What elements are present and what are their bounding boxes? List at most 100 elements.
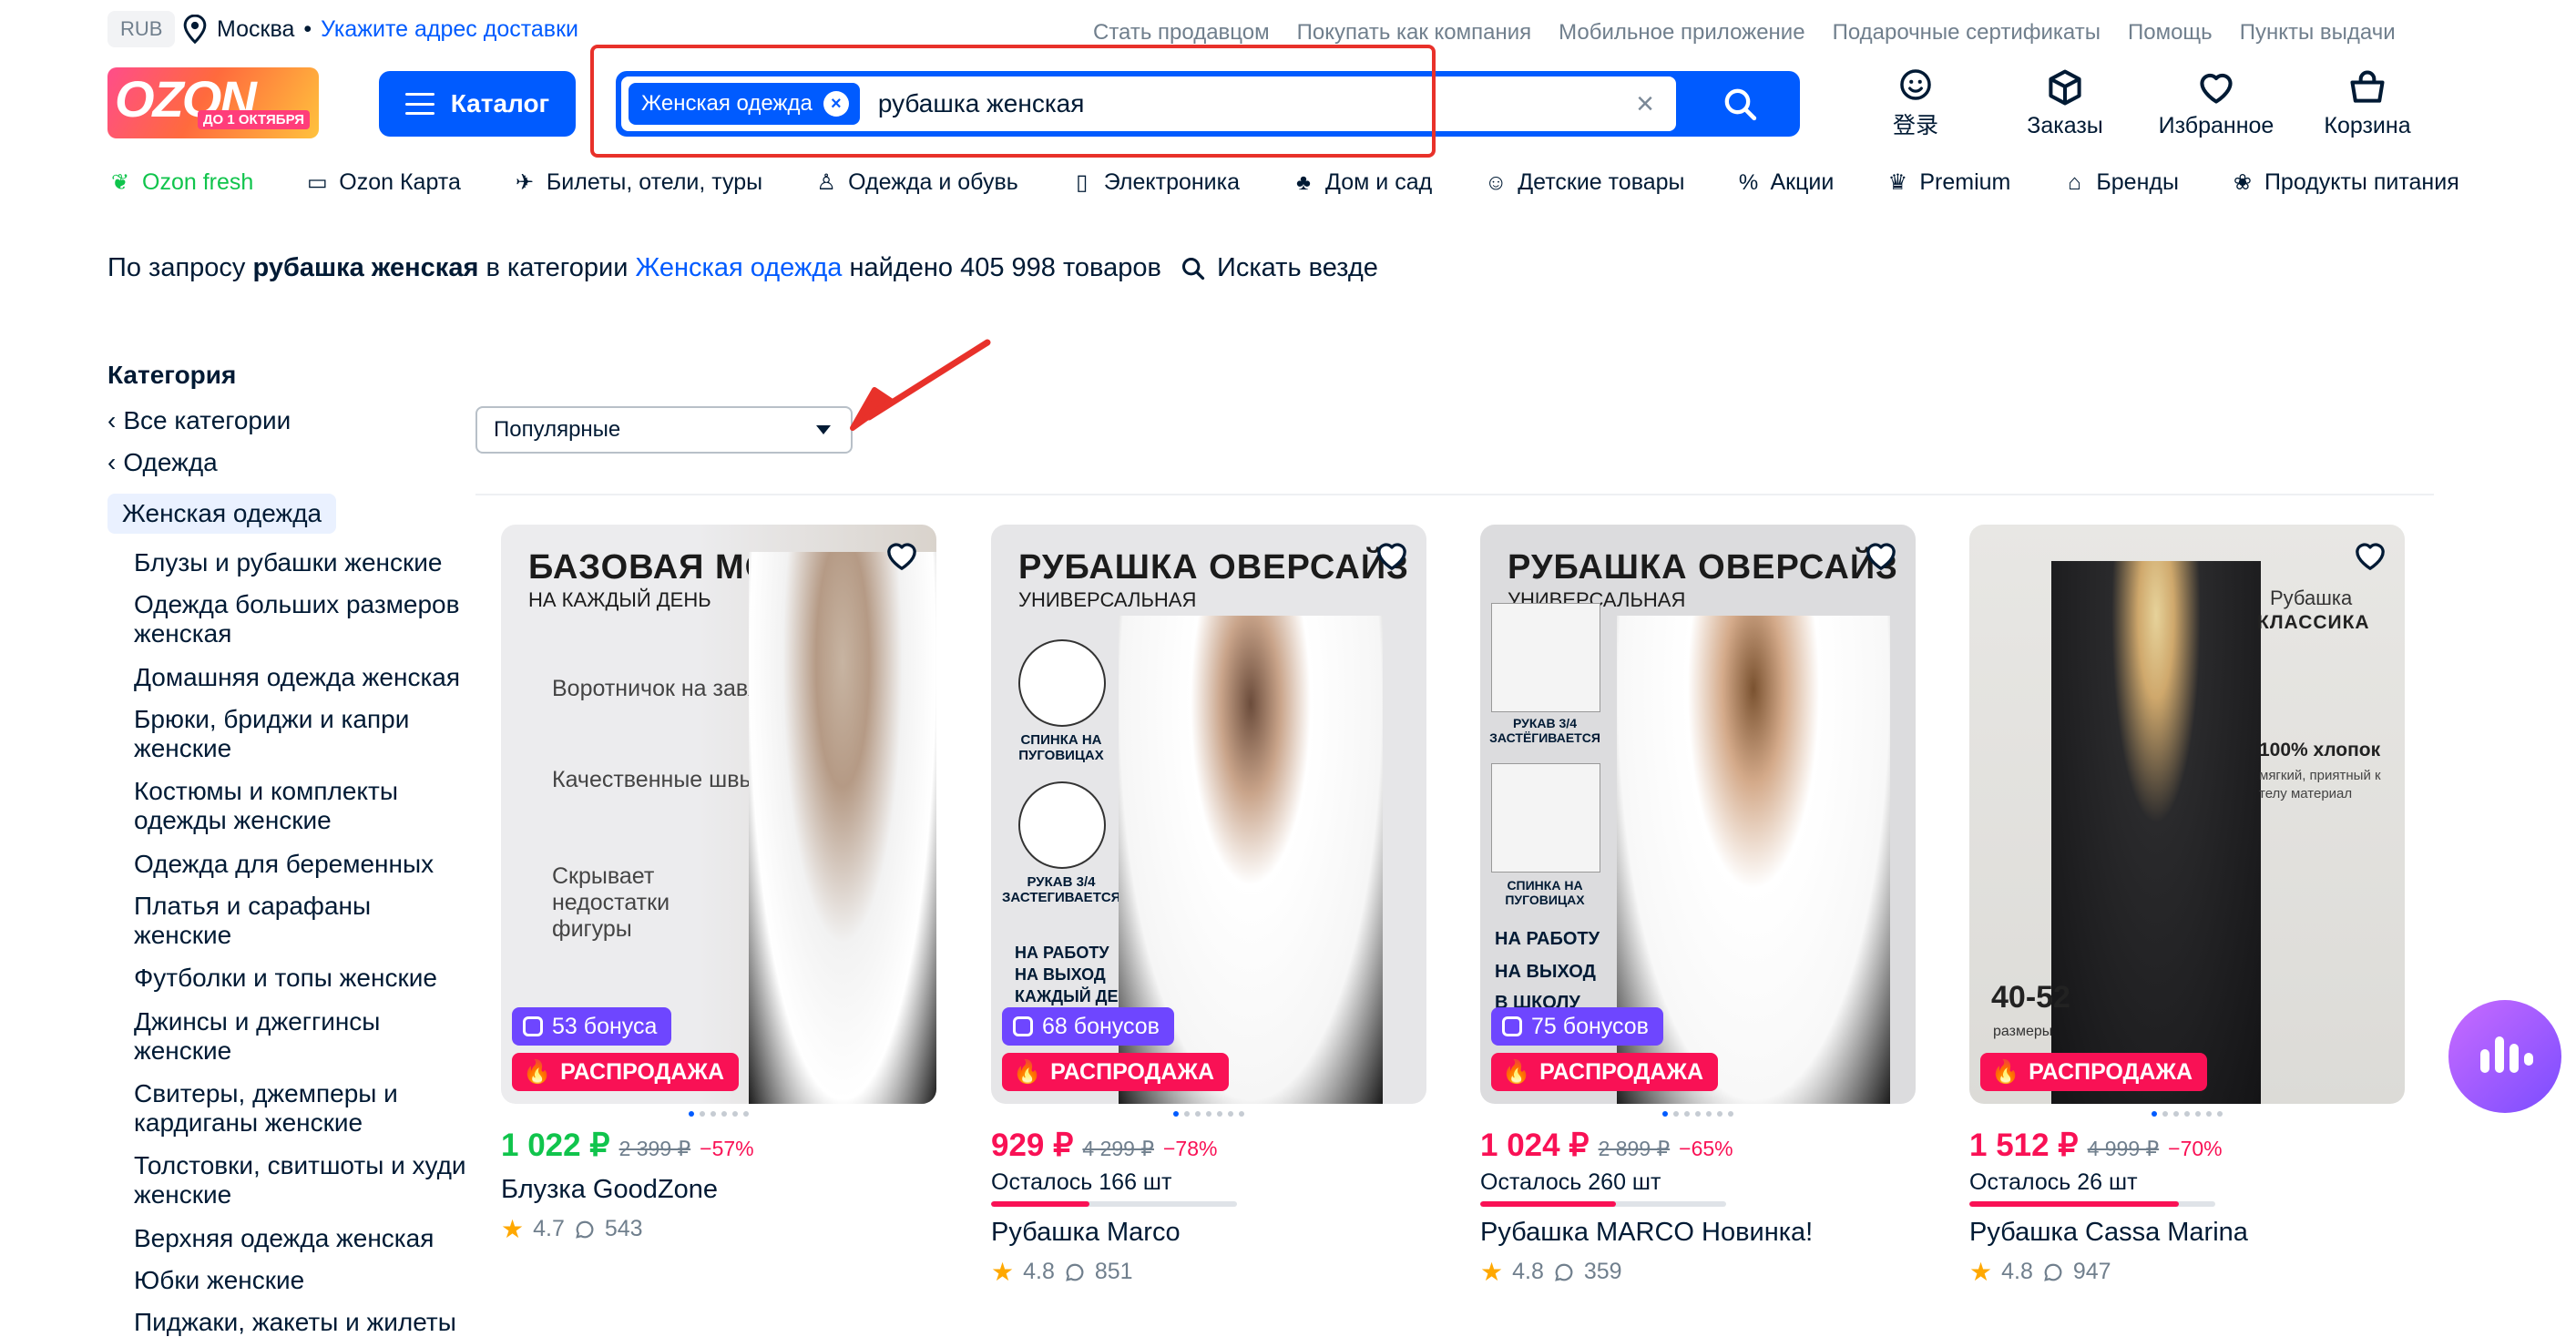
nav-home-garden[interactable]: ♣ Дом и сад	[1291, 169, 1432, 196]
city-name[interactable]: Москва	[217, 16, 294, 43]
sidebar-subcategory[interactable]: Свитеры, джемперы и кардиганы женские	[134, 1079, 471, 1138]
sidebar-subcategory[interactable]: Брюки, бриджи и капри женские	[134, 705, 471, 763]
favorite-heart-icon[interactable]	[882, 537, 922, 574]
red-arrow-annotation	[850, 339, 991, 431]
product-card[interactable]: РУБАШКА ОВЕРСАЙЗ УНИВЕРСАЛЬНАЯ РУКАВ 3/4…	[1480, 525, 1916, 1287]
header-favorites[interactable]: Избранное	[2148, 67, 2285, 140]
rating-row[interactable]: ★ 4.8 359	[1480, 1257, 1916, 1287]
top-link-pickup-points[interactable]: Пункты выдачи	[2240, 20, 2396, 46]
search-submit-button[interactable]	[1680, 71, 1800, 137]
sort-dropdown[interactable]: Популярные	[475, 406, 853, 454]
sidebar-active-category[interactable]: Женская одежда	[107, 494, 337, 534]
heart-icon	[2200, 73, 2233, 104]
assistant-button[interactable]	[2448, 1000, 2561, 1113]
sidebar-back-all-categories[interactable]: ‹ Все категории	[107, 406, 291, 435]
image-pager[interactable]	[991, 1111, 1426, 1118]
sidebar-subcategory[interactable]: Юбки женские	[134, 1266, 471, 1295]
nav-premium[interactable]: ♛ Premium	[1885, 169, 2011, 196]
stock-progress	[991, 1201, 1237, 1207]
image-pager[interactable]	[1969, 1111, 2405, 1118]
sidebar-subcategory[interactable]: Блузы и рубашки женские	[134, 548, 471, 577]
location-selector[interactable]: Москва • Укажите адрес доставки	[182, 13, 578, 46]
price-row: 929 ₽ 4 299 ₽ −78%	[991, 1128, 1426, 1164]
rating-row[interactable]: ★ 4.7 543	[501, 1214, 936, 1244]
top-link-gift-cards[interactable]: Подарочные сертификаты	[1833, 20, 2101, 46]
sidebar-subcategory[interactable]: Одежда больших размеров женская	[134, 590, 471, 648]
product-card[interactable]: БАЗОВАЯ МОДЕЛЬ НА КАЖДЫЙ ДЕНЬ Воротничок…	[501, 525, 936, 1244]
sidebar-subcategory[interactable]: Верхняя одежда женская	[134, 1224, 471, 1253]
product-image-feature: 100% хлопок	[2259, 740, 2381, 760]
sale-badge: 🔥 РАСПРОДАЖА	[1002, 1053, 1230, 1091]
sidebar-subcategory[interactable]: Джинсы и джеггинсы женские	[134, 1007, 471, 1066]
sidebar-subcategory[interactable]: Пиджаки, жакеты и жилеты	[134, 1308, 471, 1337]
delivery-address-link[interactable]: Укажите адрес доставки	[321, 16, 578, 43]
nav-travel[interactable]: ✈ Билеты, отели, туры	[512, 169, 762, 196]
favorite-heart-icon[interactable]	[2350, 537, 2390, 574]
product-image[interactable]: Рубашка КЛАССИКА 100% хлопок мягкий, при…	[1969, 525, 2405, 1104]
catalog-button[interactable]: Каталог	[379, 71, 576, 137]
top-link-seller[interactable]: Стать продавцом	[1093, 20, 1270, 46]
product-title[interactable]: Блузка GoodZone	[501, 1175, 936, 1205]
sort-divider	[475, 494, 2434, 495]
product-image[interactable]: БАЗОВАЯ МОДЕЛЬ НА КАЖДЫЙ ДЕНЬ Воротничок…	[501, 525, 936, 1104]
product-title[interactable]: Рубашка Marco	[991, 1218, 1426, 1248]
header-orders[interactable]: Заказы	[1997, 67, 2133, 140]
nav-kids[interactable]: ☺ Детские товары	[1483, 169, 1685, 196]
nav-electronics[interactable]: ▯ Электроника	[1069, 169, 1240, 196]
favorite-heart-icon[interactable]	[1861, 537, 1901, 574]
currency-badge[interactable]: RUB	[107, 11, 176, 47]
review-count: 359	[1583, 1259, 1622, 1284]
search-category-chip[interactable]: Женская одежда ×	[629, 83, 860, 125]
search-everywhere-link[interactable]: Искать везде	[1181, 253, 1378, 283]
sidebar-subcategory[interactable]: Футболки и топы женские	[134, 964, 471, 993]
ozon-logo[interactable]: OZON ДО 1 ОКТЯБРЯ	[107, 67, 319, 138]
sidebar-subcategory[interactable]: Платья и сарафаны женские	[134, 892, 471, 950]
nav-label: Одежда и обувь	[848, 169, 1018, 195]
discount-percent: −57%	[700, 1137, 754, 1160]
nav-ozon-fresh[interactable]: ❦ Ozon fresh	[107, 169, 253, 196]
top-link-app[interactable]: Мобильное приложение	[1559, 20, 1804, 46]
product-image[interactable]: РУБАШКА ОВЕРСАЙЗ УНИВЕРСАЛЬНАЯ РУКАВ 3/4…	[1480, 525, 1916, 1104]
detail-circle	[1018, 639, 1106, 727]
product-image[interactable]: РУБАШКА ОВЕРСАЙЗ УНИВЕРСАЛЬНАЯ СПИНКА НА…	[991, 525, 1426, 1104]
image-pager[interactable]	[1480, 1111, 1916, 1118]
product-card[interactable]: РУБАШКА ОВЕРСАЙЗ УНИВЕРСАЛЬНАЯ СПИНКА НА…	[991, 525, 1426, 1287]
shop-icon: ⌂	[2068, 169, 2081, 195]
sidebar-subcategory[interactable]: Толстовки, свитшоты и худи женские	[134, 1151, 471, 1209]
sidebar-back-clothes[interactable]: ‹ Одежда	[107, 448, 218, 477]
product-image-feature: НА ВЫХОД	[1015, 965, 1106, 984]
sidebar-subcategory[interactable]: Домашняя одежда женская	[134, 663, 471, 692]
rating-row[interactable]: ★ 4.8 947	[1969, 1257, 2405, 1287]
product-image-feature: Качественные швы	[552, 767, 756, 792]
nav-food[interactable]: ❀ Продукты питания	[2230, 169, 2459, 196]
nav-brands[interactable]: ⌂ Бренды	[2061, 169, 2179, 196]
search-results-summary: По запросу рубашка женская в категории Ж…	[107, 253, 1161, 283]
header-cart[interactable]: Корзина	[2299, 67, 2436, 140]
product-card[interactable]: Рубашка КЛАССИКА 100% хлопок мягкий, при…	[1969, 525, 2405, 1287]
top-link-help[interactable]: Помощь	[2128, 20, 2213, 46]
favorite-heart-icon[interactable]	[1372, 537, 1412, 574]
fire-icon: 🔥	[523, 1058, 552, 1085]
clear-search-icon[interactable]: ×	[1627, 86, 1663, 122]
old-price: 2 899 ₽	[1598, 1137, 1671, 1160]
image-pager[interactable]	[501, 1111, 936, 1118]
chip-remove-icon[interactable]: ×	[823, 91, 849, 117]
bonus-badge: 53 бонуса	[512, 1007, 672, 1046]
results-category-link[interactable]: Женская одежда	[635, 253, 842, 282]
phone-icon: ▯	[1076, 170, 1089, 195]
nav-ozon-card[interactable]: ▭ Ozon Карта	[304, 169, 461, 196]
sidebar-subcategory[interactable]: Костюмы и комплекты одежды женские	[134, 777, 471, 835]
top-link-business[interactable]: Покупать как компания	[1297, 20, 1532, 46]
product-title[interactable]: Рубашка Cassa Marina	[1969, 1218, 2405, 1248]
sidebar-subcategory[interactable]: Одежда для беременных	[134, 850, 471, 879]
rating-row[interactable]: ★ 4.8 851	[991, 1257, 1426, 1287]
discount-percent: −78%	[1162, 1137, 1218, 1160]
nav-label: Ozon fresh	[142, 169, 254, 195]
header-login[interactable]: 登录	[1847, 67, 1984, 140]
smile-icon	[1900, 69, 1931, 100]
nav-label: Бренды	[2096, 169, 2179, 195]
nav-clothes[interactable]: ♙ Одежда и обувь	[813, 169, 1018, 196]
nav-promotions[interactable]: % Акции	[1735, 169, 1835, 196]
search-input[interactable]	[875, 88, 1627, 119]
product-title[interactable]: Рубашка MARCO Новинка!	[1480, 1218, 1916, 1248]
